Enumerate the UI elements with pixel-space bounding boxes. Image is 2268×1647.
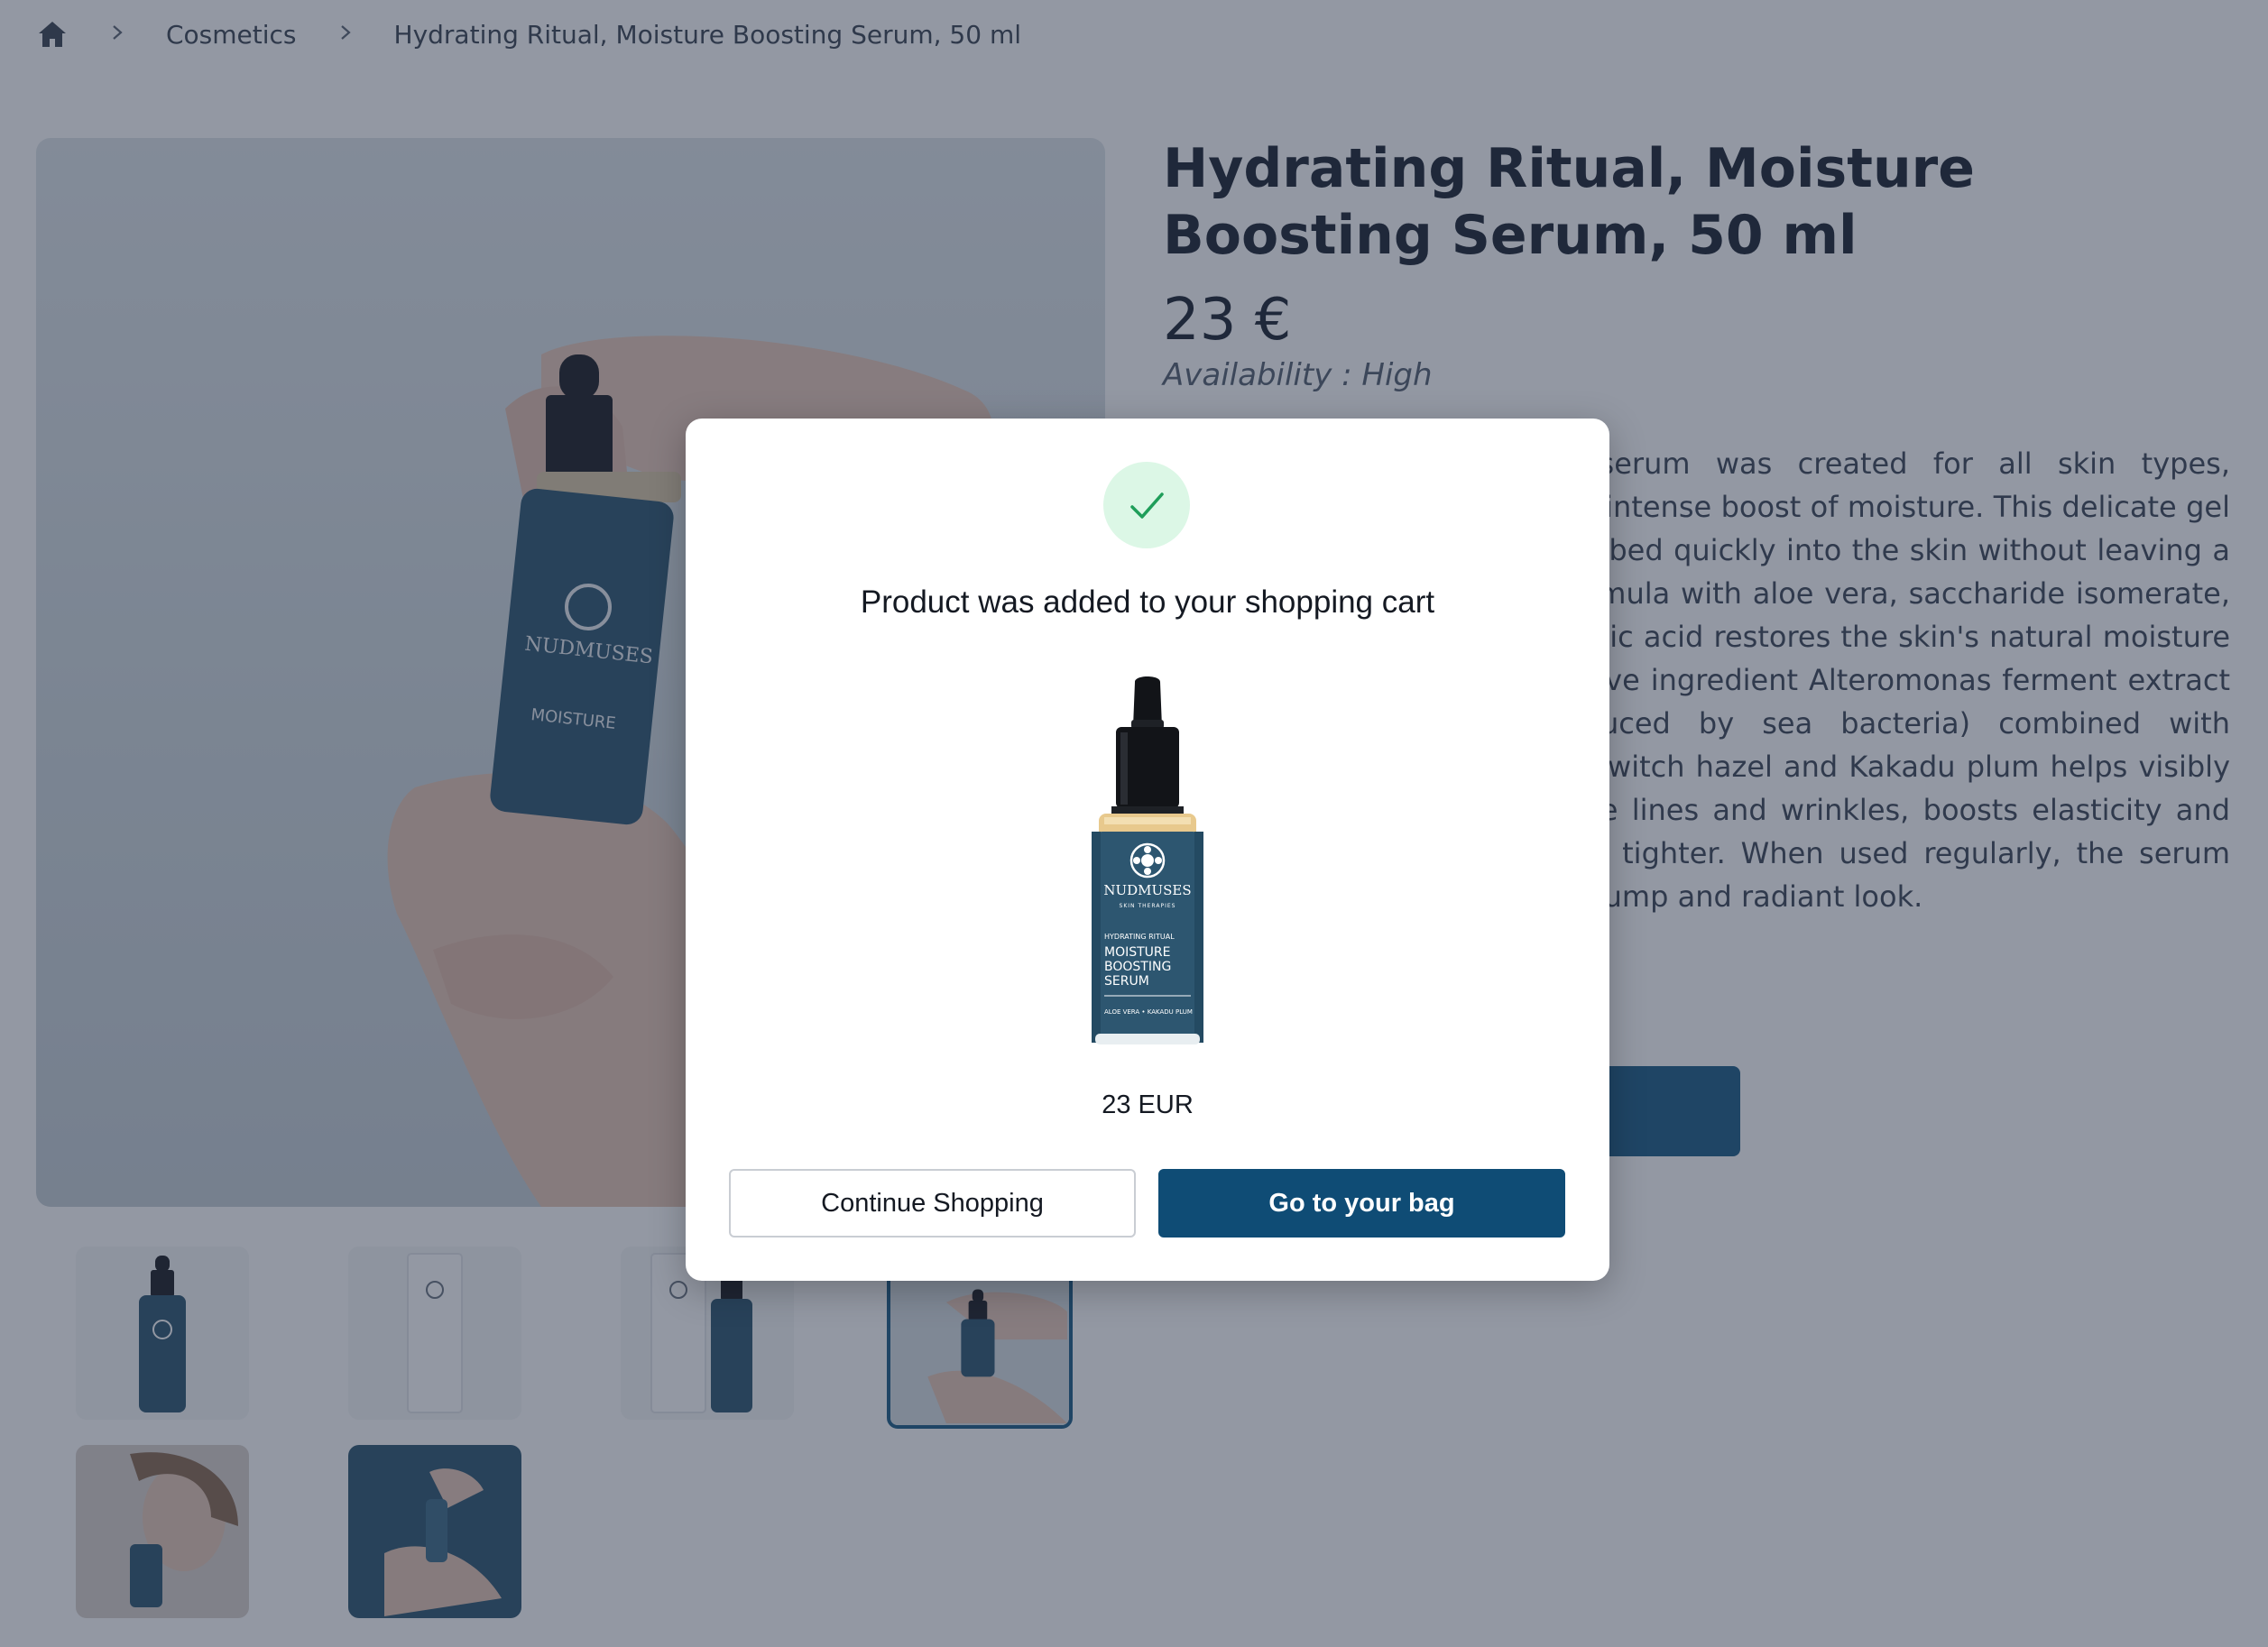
- added-to-cart-dialog: Product was added to your shopping cart: [686, 419, 1609, 1281]
- bottle-name-line2: BOOSTING: [1104, 960, 1171, 974]
- bottle-line-text: HYDRATING RITUAL: [1104, 933, 1175, 941]
- continue-shopping-button[interactable]: Continue Shopping: [729, 1169, 1136, 1238]
- bottle-brand-sub-text: SKIN THERAPIES: [1120, 903, 1176, 909]
- bottle-ingredients-text: ALOE VERA • KAKADU PLUM: [1104, 1008, 1193, 1016]
- dialog-product-image: NUDMUSES SKIN THERAPIES HYDRATING RITUAL…: [1048, 673, 1247, 1052]
- check-icon: [1103, 462, 1190, 548]
- bottle-name-line3: SERUM: [1104, 974, 1149, 989]
- dialog-title: Product was added to your shopping cart: [860, 584, 1435, 620]
- dialog-product-price: 23 EUR: [1102, 1090, 1194, 1119]
- bottle-name-line1: MOISTURE: [1104, 945, 1171, 960]
- go-to-bag-button[interactable]: Go to your bag: [1158, 1169, 1565, 1238]
- bottle-brand-text: NUDMUSES: [1103, 882, 1191, 898]
